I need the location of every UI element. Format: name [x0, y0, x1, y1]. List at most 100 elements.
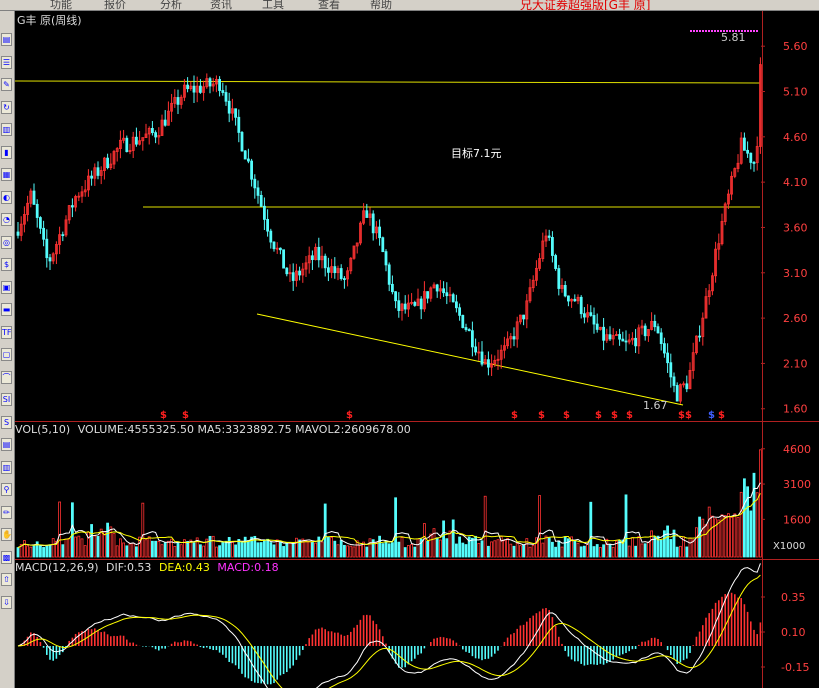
- volume-bar: [390, 542, 394, 558]
- volume-bar: [358, 544, 362, 558]
- candle-body: [243, 150, 247, 160]
- menu-item[interactable]: 功能: [50, 0, 72, 10]
- target-icon[interactable]: ◎: [1, 235, 12, 249]
- volume-bar: [80, 538, 84, 558]
- volume-bar: [112, 533, 116, 558]
- edit-icon[interactable]: ✎: [1, 78, 12, 91]
- volume-bar: [163, 542, 167, 558]
- price-panel-bg: [15, 11, 819, 421]
- app-title: 兄大证券超强版[G丰 原]: [520, 0, 651, 11]
- volume-bar: [531, 545, 535, 558]
- volume-bar: [637, 536, 641, 558]
- volume-bar: [416, 538, 420, 558]
- candle-body: [752, 162, 756, 164]
- price-tick-label: 3.60: [783, 221, 808, 234]
- si-icon[interactable]: SI: [1, 393, 12, 406]
- volume-bar: [384, 540, 388, 558]
- volume-bar: [624, 494, 628, 558]
- volume-bar: [333, 540, 337, 558]
- dollar-icon[interactable]: $: [1, 258, 12, 271]
- box-icon[interactable]: ▩: [1, 550, 12, 564]
- volume-bar: [144, 539, 148, 558]
- table-icon[interactable]: ▤: [1, 438, 12, 451]
- volume-bar: [743, 478, 746, 558]
- s-icon[interactable]: S: [1, 415, 12, 429]
- menu-item[interactable]: 工具: [262, 0, 284, 10]
- volume-bar: [586, 543, 589, 558]
- volume-unit-label: X1000: [773, 541, 805, 552]
- volume-bar: [515, 543, 519, 558]
- signal-marker: $: [678, 410, 685, 421]
- volume-bar: [45, 545, 49, 558]
- candle-body: [746, 149, 749, 154]
- candle-body: [458, 307, 462, 316]
- table2-icon[interactable]: ▥: [1, 460, 12, 474]
- candle-body: [445, 292, 449, 297]
- pencil-icon[interactable]: ✏: [1, 505, 12, 519]
- bars-icon[interactable]: ▮: [1, 145, 12, 159]
- volume-bar: [32, 545, 36, 558]
- signal-marker: $: [708, 410, 715, 421]
- macd-marks: [17, 563, 762, 688]
- volume-marks: [16, 449, 762, 558]
- signal-marker: $: [182, 410, 189, 421]
- volume-bar: [106, 522, 109, 558]
- chart-icon[interactable]: ◔: [1, 213, 12, 226]
- volume-bar: [42, 547, 46, 558]
- volume-bar: [278, 541, 282, 558]
- menu-item[interactable]: 帮助: [370, 0, 392, 10]
- volume-bar: [749, 510, 753, 558]
- volume-bar: [695, 527, 698, 558]
- macd-tick-label: 0.10: [781, 626, 806, 639]
- hand-icon[interactable]: ✋: [1, 528, 12, 541]
- volume-tick-label: 1600: [783, 513, 811, 526]
- menu-item[interactable]: 分析: [160, 0, 182, 10]
- volume-bar: [573, 540, 577, 558]
- volume-bar: [256, 542, 260, 558]
- square-icon[interactable]: ▢: [1, 348, 12, 361]
- refresh-icon[interactable]: ↻: [1, 100, 12, 114]
- macd-dif: DIF:0.53: [106, 561, 151, 574]
- volume-bar: [438, 539, 442, 558]
- volume-bar: [224, 540, 228, 558]
- candle-body: [554, 255, 557, 269]
- candle-body: [643, 325, 647, 337]
- candle-body: [461, 314, 465, 328]
- candle-body: [442, 288, 446, 294]
- volume-bar: [506, 538, 510, 558]
- block-icon[interactable]: ▣: [1, 280, 12, 294]
- pin-icon[interactable]: ⚲: [1, 483, 12, 496]
- macd-header: MACD(12,26,9) DIF:0.53 DEA:0.43 MACD:0.1…: [15, 561, 279, 574]
- line-icon[interactable]: ▬: [1, 303, 12, 316]
- volume-tick-label: 4600: [783, 443, 811, 456]
- candle-body: [106, 157, 109, 169]
- menu-item[interactable]: 资讯: [210, 0, 232, 10]
- arrow-down-icon[interactable]: ⇩: [1, 595, 12, 609]
- menu-icon[interactable]: ▤: [1, 33, 12, 46]
- volume-bar: [461, 542, 465, 558]
- volume-bar: [125, 545, 129, 558]
- page-icon[interactable]: ▥: [1, 123, 12, 136]
- volume-bar: [647, 541, 650, 558]
- candle-body: [61, 234, 65, 237]
- menu-item[interactable]: 查看: [318, 0, 340, 10]
- candle-body: [621, 338, 625, 342]
- bulb-icon[interactable]: ◐: [1, 190, 12, 204]
- tf-icon[interactable]: TF: [1, 325, 12, 339]
- stock-chart[interactable]: $ $ $ $ $ $ $ $ $ $ $ $ $ G丰 原(周线) 目标7.1元 5.81 1.67 …: [15, 11, 819, 688]
- volume-bar: [326, 537, 330, 558]
- candle-body: [269, 230, 273, 243]
- candle-body: [653, 320, 657, 328]
- volume-bar: [490, 541, 494, 558]
- candle-body: [16, 231, 20, 236]
- candle-body: [266, 219, 270, 232]
- grid-icon[interactable]: ▦: [1, 168, 12, 181]
- volume-bar: [544, 535, 548, 558]
- menu-item[interactable]: 报价: [104, 0, 126, 10]
- volume-bar: [739, 491, 743, 558]
- volume-bar: [413, 546, 417, 558]
- curve-icon[interactable]: ⌒: [1, 370, 12, 384]
- chart-area: $ $ $ $ $ $ $ $ $ $ $ $ $ G丰 原(周线) 目标7.1元 5.81 1.67 …: [15, 11, 819, 688]
- list-icon[interactable]: ☰: [1, 55, 12, 69]
- arrow-up-icon[interactable]: ⇧: [1, 573, 12, 586]
